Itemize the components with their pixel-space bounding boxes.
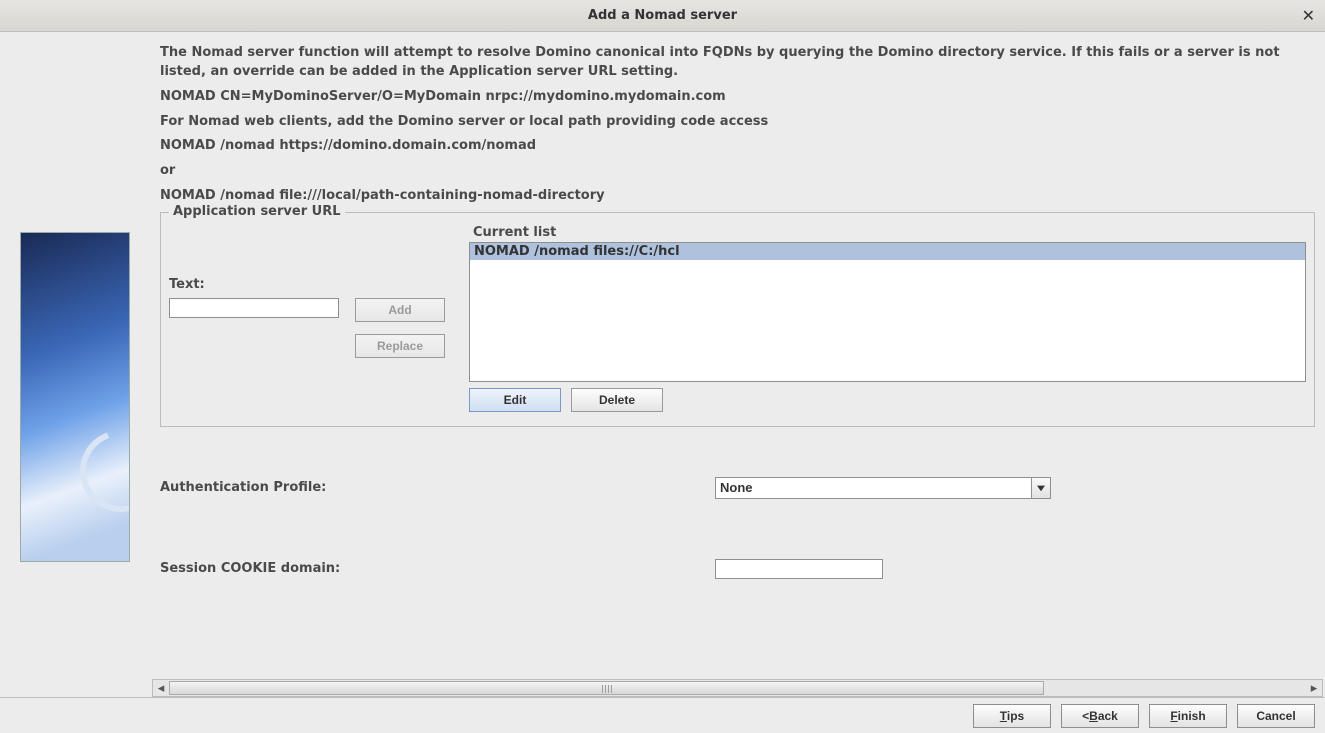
edit-button[interactable]: Edit <box>469 388 561 412</box>
help-paragraph-2: NOMAD CN=MyDominoServer/O=MyDomain nrpc:… <box>160 88 1315 107</box>
replace-button[interactable]: Replace <box>355 334 445 358</box>
help-paragraph-5: or <box>160 162 1315 181</box>
delete-button[interactable]: Delete <box>571 388 663 412</box>
dialog-upper: The Nomad server function will attempt t… <box>0 32 1325 697</box>
current-list[interactable]: NOMAD /nomad files://C:/hcl <box>469 242 1306 382</box>
appurl-grid: Text: Add Replace Curr <box>169 223 1306 412</box>
appurl-left-column: Text: Add Replace <box>169 223 459 412</box>
application-server-url-legend: Application server URL <box>169 204 345 219</box>
application-server-url-group: Application server URL Text: Add Replace <box>160 212 1315 427</box>
tips-button[interactable]: Tips <box>973 704 1051 728</box>
cookie-domain-input[interactable] <box>715 559 883 579</box>
dialog-window: Add a Nomad server ✕ The Nomad server fu… <box>0 0 1325 733</box>
window-title: Add a Nomad server <box>588 8 737 23</box>
add-replace-column: Add Replace <box>355 298 445 358</box>
text-input[interactable] <box>169 298 339 318</box>
current-list-label: Current list <box>473 225 1306 240</box>
cancel-button[interactable]: Cancel <box>1237 704 1315 728</box>
cookie-domain-row: Session COOKIE domain: <box>160 559 1315 579</box>
help-paragraph-3: For Nomad web clients, add the Domino se… <box>160 113 1315 132</box>
help-paragraph-1: The Nomad server function will attempt t… <box>160 44 1315 82</box>
text-input-row: Add Replace <box>169 298 459 358</box>
dialog-body: The Nomad server function will attempt t… <box>0 32 1325 733</box>
scroll-right-icon[interactable]: ▸ <box>1306 680 1322 696</box>
scroll-left-icon[interactable]: ◂ <box>153 680 169 696</box>
horizontal-scrollbar[interactable]: ◂ ▸ <box>152 679 1323 697</box>
cookie-domain-label: Session COOKIE domain: <box>160 561 715 576</box>
back-button-label: ack <box>1098 709 1118 723</box>
list-item[interactable]: NOMAD /nomad files://C:/hcl <box>470 243 1305 260</box>
wizard-main: The Nomad server function will attempt t… <box>150 32 1325 697</box>
help-paragraph-4: NOMAD /nomad https://domino.domain.com/n… <box>160 137 1315 156</box>
cancel-button-label: Cancel <box>1256 709 1295 723</box>
auth-profile-value[interactable] <box>715 477 1050 499</box>
auth-profile-label: Authentication Profile: <box>160 480 715 495</box>
finish-button-label: inish <box>1178 709 1206 723</box>
tips-button-label: ips <box>1007 709 1024 723</box>
wizard-sidebar <box>0 32 150 697</box>
titlebar: Add a Nomad server ✕ <box>0 0 1325 32</box>
dialog-footer: Tips <Back Finish Cancel <box>0 697 1325 733</box>
scroll-thumb[interactable] <box>169 681 1044 695</box>
appurl-right-column: Current list NOMAD /nomad files://C:/hcl… <box>469 223 1306 412</box>
auth-profile-combo[interactable] <box>715 477 1050 499</box>
finish-button[interactable]: Finish <box>1149 704 1227 728</box>
back-button[interactable]: <Back <box>1061 704 1139 728</box>
chevron-down-icon[interactable] <box>1031 477 1051 499</box>
list-buttons-row: Edit Delete <box>469 388 1306 412</box>
wizard-main-scroll[interactable]: The Nomad server function will attempt t… <box>150 32 1325 679</box>
add-button[interactable]: Add <box>355 298 445 322</box>
auth-profile-row: Authentication Profile: <box>160 477 1315 499</box>
text-label: Text: <box>169 277 459 292</box>
wizard-banner-image <box>20 232 130 562</box>
close-icon[interactable]: ✕ <box>1302 6 1315 25</box>
scroll-track[interactable] <box>169 681 1306 695</box>
